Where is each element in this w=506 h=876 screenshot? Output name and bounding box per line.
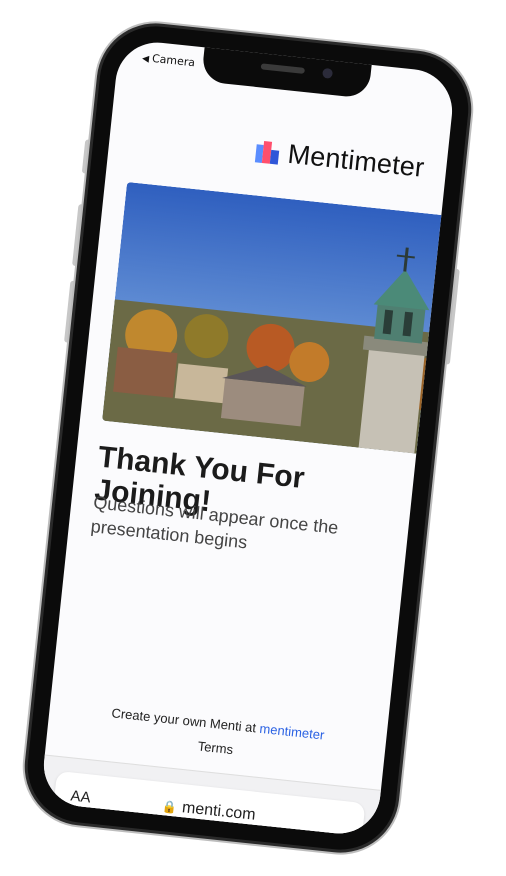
address-bar[interactable]: AA 🔒 menti.com — [52, 770, 366, 838]
front-camera — [322, 67, 334, 79]
brand-header: Mentimeter — [254, 135, 426, 184]
url-display[interactable]: 🔒 menti.com — [54, 786, 364, 836]
mentimeter-logo-icon — [254, 140, 281, 165]
notch — [201, 45, 372, 99]
url-text: menti.com — [181, 799, 257, 824]
speaker-grille — [260, 63, 305, 74]
back-label: Camera — [151, 51, 196, 70]
back-to-camera-button[interactable]: ◀ Camera — [142, 51, 196, 69]
back-arrow-icon: ◀ — [141, 53, 150, 65]
hero-image — [102, 181, 457, 461]
brand-name: Mentimeter — [286, 138, 426, 183]
mentimeter-link[interactable]: mentimeter — [259, 721, 325, 743]
lock-icon: 🔒 — [161, 799, 178, 815]
phone-screen: ◀ Camera Mentimeter Thank You For Joinin… — [39, 38, 457, 838]
phone-mockup: ◀ Camera Mentimeter Thank You For Joinin… — [22, 20, 474, 856]
